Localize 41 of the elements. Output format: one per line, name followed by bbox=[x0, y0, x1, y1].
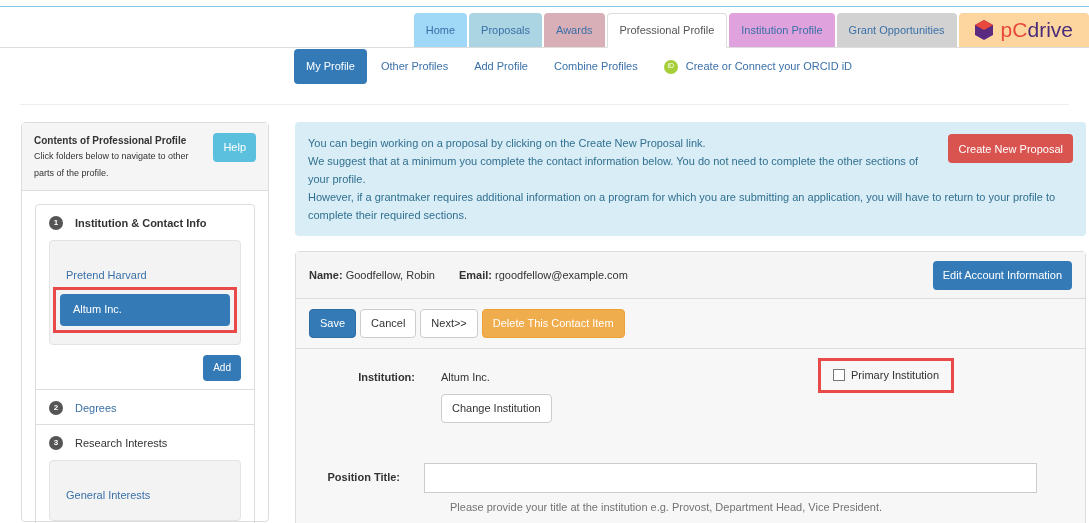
notice-text: You can begin working on a proposal by clicking on the Create New Proposal link. bbox=[308, 136, 707, 151]
step-number: 1 bbox=[49, 216, 63, 231]
name-text: Name: Goodfellow, Robin bbox=[309, 267, 435, 283]
notice-text: We suggest that at a minimum you complete the contact information below. You do not need to complete the other sections of your profile. bbox=[308, 154, 920, 187]
cube-icon bbox=[974, 20, 993, 40]
institution-label: Institution: bbox=[357, 370, 416, 385]
position-hint: Please provide your title at the institution e.g. Provost, Department Head, Vice President. bbox=[450, 499, 884, 515]
step-number: 2 bbox=[49, 400, 63, 415]
email-text: Email: rgoodfellow@example.com bbox=[458, 267, 628, 283]
brand-logo: pCdrive bbox=[958, 13, 1089, 47]
primary-institution-checkbox[interactable]: Primary Institution bbox=[833, 367, 940, 384]
nav-tab[interactable]: Home bbox=[413, 13, 468, 47]
folder-item[interactable]: Altum Inc. bbox=[60, 293, 230, 326]
action-button[interactable]: Save bbox=[309, 309, 357, 338]
sidebar-hint: Click folders below to navigate to other parts of the profile. bbox=[34, 150, 190, 180]
step-number: 3 bbox=[49, 436, 63, 451]
institution-value: Altum Inc. bbox=[441, 370, 491, 385]
section-title[interactable]: Research Interests bbox=[75, 435, 168, 452]
folder-item[interactable]: General Interests bbox=[66, 485, 151, 506]
section-title[interactable]: Institution & Contact Info bbox=[75, 215, 207, 232]
profile-link[interactable]: My Profile bbox=[294, 49, 367, 84]
add-button[interactable]: Add bbox=[203, 354, 241, 381]
profile-link[interactable]: Add Profile bbox=[462, 58, 540, 75]
nav-tab[interactable]: Grant Opportunities bbox=[836, 13, 957, 47]
action-button[interactable]: Cancel bbox=[360, 309, 417, 338]
notice-text: However, if a grantmaker requires additional information on a program for which you are submitting an application, you will have to return to your profile to complete their required sections. bbox=[308, 190, 1057, 223]
section-title[interactable]: Degrees bbox=[75, 399, 117, 416]
folder-item[interactable]: Pretend Harvard bbox=[66, 265, 147, 286]
change-institution-button[interactable]: Change Institution bbox=[441, 393, 552, 423]
create-proposal-button[interactable]: Create New Proposal bbox=[948, 134, 1073, 163]
profile-link[interactable]: Other Profiles bbox=[368, 58, 461, 75]
action-button[interactable]: Next>> bbox=[420, 309, 478, 338]
nav-tab[interactable]: Professional Profile bbox=[606, 13, 728, 48]
nav-tab[interactable]: Institution Profile bbox=[729, 13, 835, 47]
sidebar-title: Contents of Professional Profile bbox=[34, 134, 188, 148]
nav-tab[interactable]: Proposals bbox=[469, 13, 542, 47]
nav-tab[interactable]: Awards bbox=[544, 13, 605, 47]
profile-link[interactable]: Combine Profiles bbox=[541, 58, 650, 75]
position-title-field[interactable] bbox=[424, 462, 1037, 493]
edit-account-button[interactable]: Edit Account Information bbox=[932, 260, 1072, 290]
position-label: Position Title: bbox=[326, 470, 401, 486]
